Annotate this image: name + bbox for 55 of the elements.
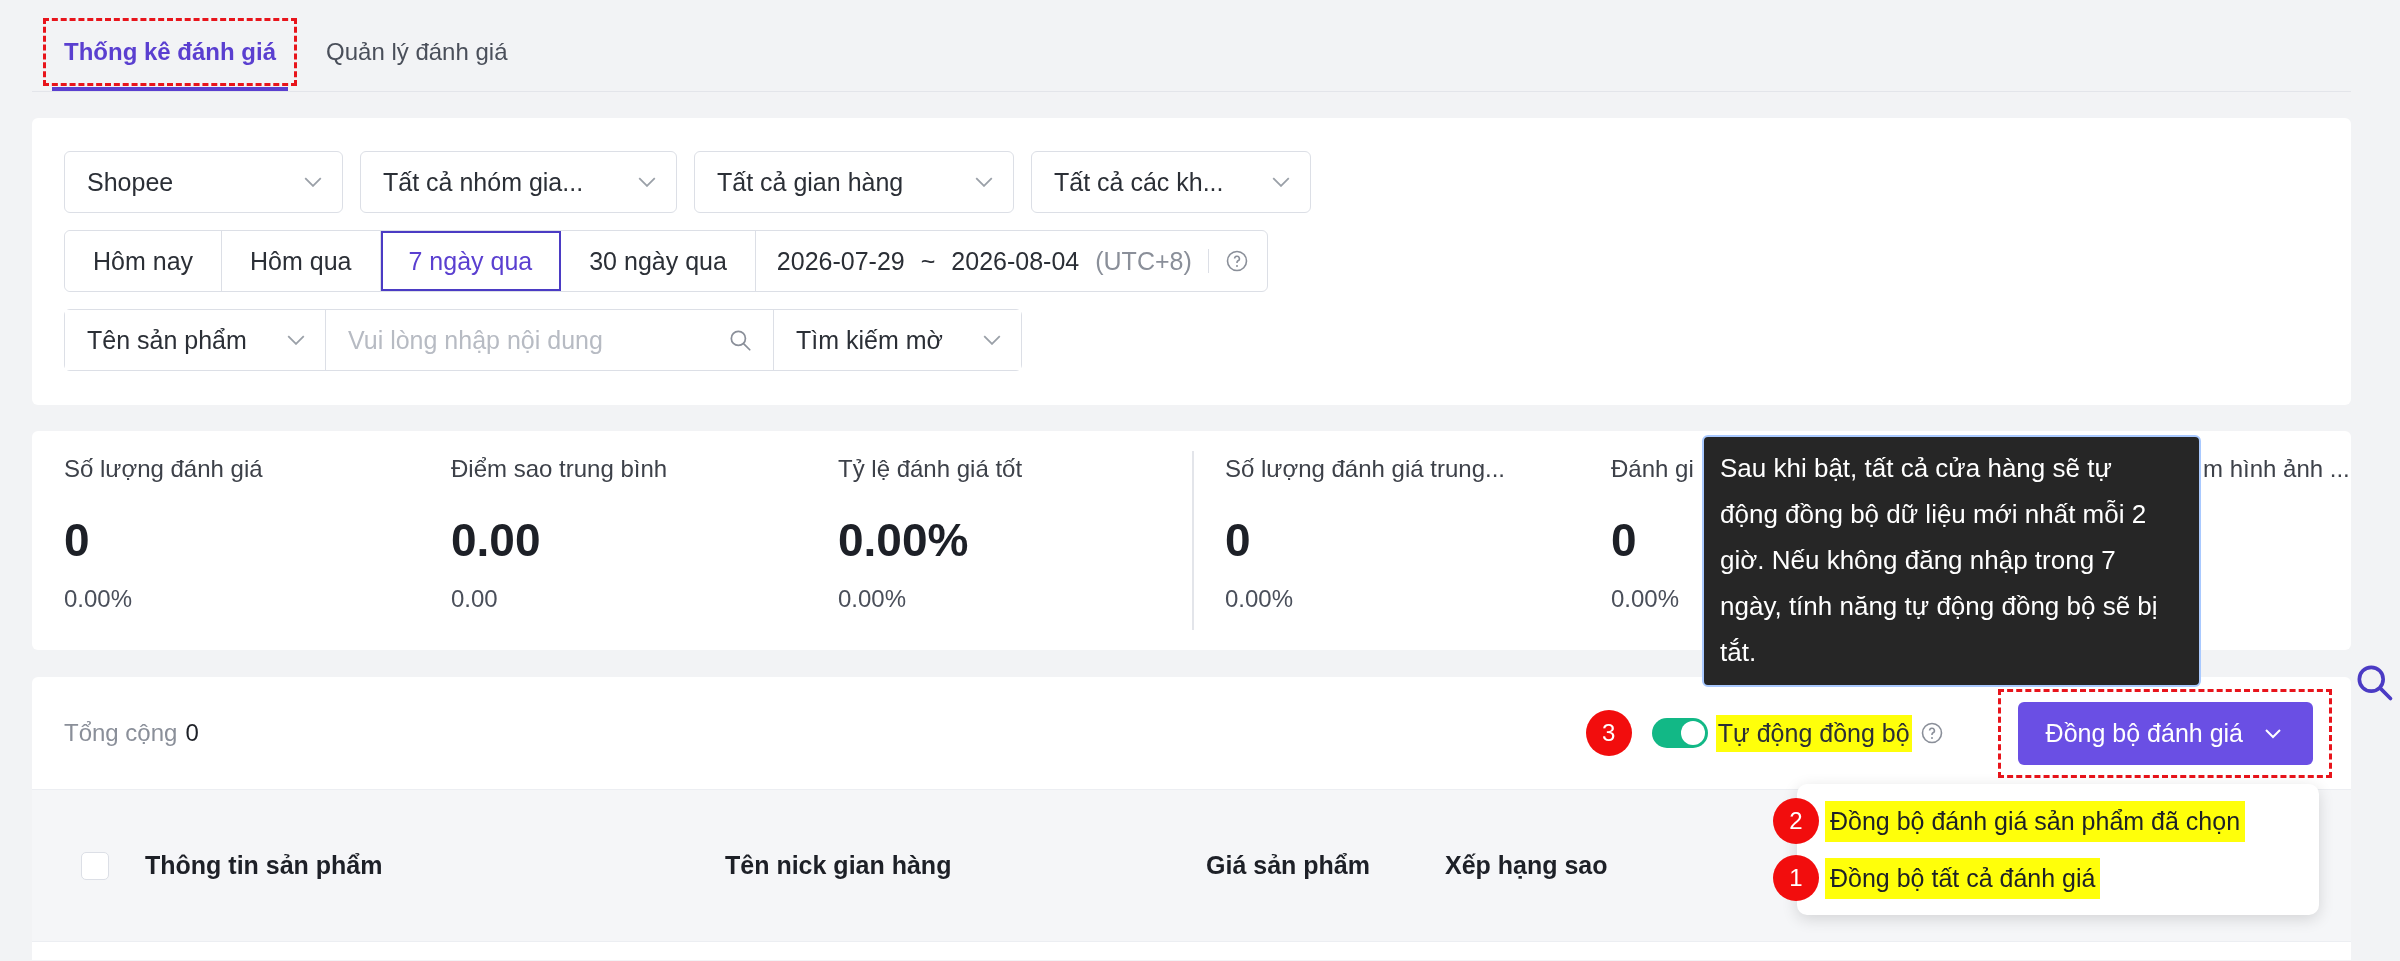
stat-value: 0.00 [451,513,541,567]
sync-reviews-button[interactable]: Đồng bộ đánh giá [2017,701,2313,765]
column-header: Xếp hạng sao [1445,851,1608,880]
stat-value: 0 [1225,513,1251,567]
dropdown[interactable]: Tất cả gian hàng [694,151,1014,213]
step-number-badge: 1 [1773,855,1819,901]
column-header: Tên nick gian hàng [725,851,952,880]
dropdown[interactable]: Tất cả các kh... [1031,151,1311,213]
dropdown-value: Tất cả nhóm gia... [383,167,584,197]
column-header: Thông tin sản phẩm [145,851,383,880]
dropdown[interactable]: Shopee [64,151,343,213]
chevron-down-icon [1272,177,1290,187]
dropdown-value: Tất cả các kh... [1054,167,1224,197]
stat-label: Tỷ lệ đánh giá tốt [838,455,1023,484]
start-date: 2026-07-29 [776,246,905,276]
stat-subvalue: 0.00% [838,585,907,613]
step-number-badge: 3 [1585,710,1632,756]
date-separator: ~ [920,246,936,276]
stat-value: 0 [1611,513,1637,567]
chevron-down-icon [304,177,322,187]
select-all-checkbox[interactable] [81,851,109,880]
date-preset-button[interactable]: 7 ngày qua [380,231,562,291]
stat-value: 0.00% [838,513,969,567]
step-number-badge: 2 [1773,798,1819,844]
stat-subvalue: 0.00% [1225,585,1294,613]
stat-label: Số lượng đánh giá [64,455,263,484]
stat-subvalue: 0.00% [64,585,133,613]
stat-label: Số lượng đánh giá trung... [1225,455,1505,484]
tab[interactable]: Thống kê đánh giá [46,21,294,83]
tab[interactable]: Quản lý đánh giá [308,21,526,83]
dropdown[interactable]: Tất cả nhóm gia... [360,151,677,213]
auto-sync-label: Tự động đồng bộ [1715,714,1912,752]
chevron-down-icon [975,177,993,187]
date-range-field[interactable]: 2026-07-29 ~ 2026-08-04 (UTC+8) [755,231,1268,291]
stat-label: Điểm sao trung bình [451,455,668,484]
dropdown-value: Tất cả gian hàng [717,167,904,197]
chevron-down-icon [638,177,656,187]
column-header: Giá sản phẩm [1206,851,1370,880]
stat-label: Đánh gi [1611,455,1694,484]
stat-subvalue: 0.00 [451,585,498,613]
dropdown-value: Shopee [87,167,174,197]
total-count: 0 [185,719,199,747]
help-icon [1919,721,1944,745]
menu-item[interactable]: Đồng bộ tất cả đánh giá [1825,857,2101,899]
tooltip-text: Sau khi bật, tất cả cửa hàng sẽ tự động đồng bộ dữ liệu mới nhất mỗi 2 giờ. Nếu không đăng nhập trong 7 ngày, tính năng tự động đồng bộ sẽ bị tắt. [1720,452,2159,669]
date-preset-button[interactable]: Hôm nay [65,231,223,291]
stat-value: 0 [64,513,90,567]
menu-item[interactable]: Đồng bộ đánh giá sản phẩm đã chọn [1825,800,2246,842]
stat-label: m hình ảnh ... [2203,455,2350,484]
stat-subvalue: 0.00% [1611,585,1680,613]
auto-sync-toggle[interactable] [1651,718,1708,748]
timezone-label: (UTC+8) [1095,246,1192,276]
total-label: Tổng cộng [64,719,178,747]
end-date: 2026-08-04 [951,246,1080,276]
help-icon [1225,249,1250,273]
